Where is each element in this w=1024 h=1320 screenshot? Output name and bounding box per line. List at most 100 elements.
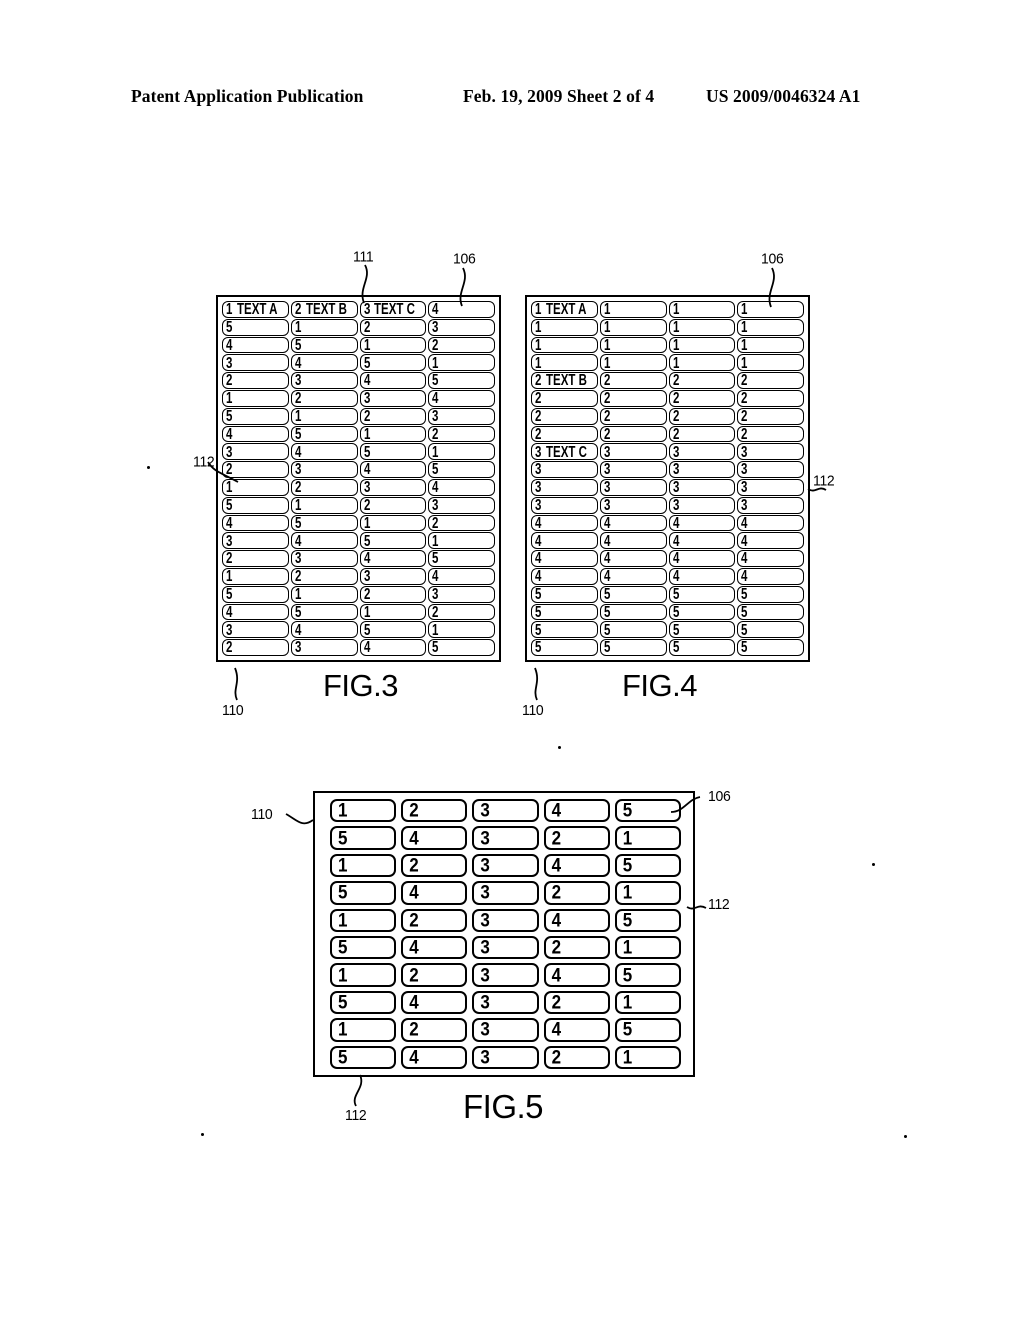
leader-110 — [234, 667, 239, 701]
label-cell: 4 — [737, 550, 804, 567]
label-cell-number: 5 — [622, 909, 633, 931]
ref-112-fig5-bottom: 112 — [345, 1106, 367, 1124]
ref-112-fig5-right: 112 — [708, 895, 730, 913]
label-cell-number: 5 — [363, 532, 370, 550]
label-cell-number: 2 — [603, 425, 611, 443]
label-cell-number: 4 — [409, 1046, 419, 1068]
leader-112-fig5-bottom — [353, 1074, 363, 1107]
figure-3-caption: FIG.3 — [323, 668, 399, 703]
label-cell-number: 1 — [672, 301, 679, 318]
figure-4-grid: 1 TEXT A 1 1 1 1 1 1 1 1 1 1 1 1 1 1 1 2 TEXT B22222222222… — [531, 301, 804, 656]
label-cell-number: 3 — [294, 461, 302, 478]
label-cell-number: 4 — [741, 550, 748, 567]
label-cell: 2 — [290, 478, 358, 496]
label-cell-number: 1 — [535, 336, 542, 354]
label-cell-number: 2 — [551, 1046, 562, 1068]
scan-speck — [872, 863, 875, 866]
label-cell: 3 — [472, 881, 539, 905]
header-publication-label: Patent Application Publication — [131, 86, 364, 106]
label-cell-number: 1 — [535, 318, 542, 336]
label-cell: 3 — [472, 908, 539, 932]
label-cell: 1 — [428, 621, 495, 639]
label-cell-number: 1 — [622, 937, 633, 959]
label-cell-number: 4 — [363, 372, 370, 389]
label-cell-number: 4 — [432, 389, 439, 407]
label-cell-number: 1 — [363, 603, 370, 621]
label-cell-number: 2 — [535, 372, 542, 389]
label-cell-number: 4 — [432, 478, 439, 496]
label-cell-number: 1 — [338, 909, 348, 931]
label-cell-number: 2 — [741, 372, 748, 389]
label-cell: 1 — [737, 354, 804, 372]
label-cell-number: 3 — [432, 318, 439, 336]
label-cell: 4 — [222, 336, 289, 354]
label-cell-number: 2 — [741, 425, 748, 443]
label-cell-number: 3 — [480, 991, 490, 1014]
label-cell-number: 1 — [226, 389, 233, 407]
label-cell-number: 4 — [672, 532, 679, 550]
label-cell: 5 — [737, 621, 804, 639]
label-cell-number: 4 — [294, 532, 302, 550]
label-cell-number: 1 — [622, 1046, 633, 1068]
label-cell: 2 — [543, 1045, 610, 1069]
label-cell: 1 TEXT A — [531, 301, 598, 318]
label-cell: 2 — [737, 407, 804, 425]
label-cell: 2 — [668, 407, 736, 425]
label-cell: 4 — [737, 532, 804, 550]
label-cell: 2 — [599, 389, 667, 407]
ref-112-fig4: 112 — [813, 471, 835, 489]
label-cell: 3 — [428, 318, 495, 336]
label-cell: 1 — [359, 425, 427, 443]
label-cell: 2 — [543, 826, 610, 850]
label-cell-number: 3 — [226, 532, 233, 550]
label-cell: 2 — [401, 908, 468, 932]
label-cell-number: 3 — [480, 1046, 490, 1068]
label-cell-number: 4 — [294, 443, 302, 461]
label-cell: 5 — [290, 514, 358, 532]
label-cell: 3 — [222, 354, 289, 372]
label-cell-number: 1 — [741, 354, 748, 372]
label-cell: 4 — [401, 1045, 468, 1069]
label-cell-number: 5 — [672, 585, 679, 603]
label-cell-number: 3 — [480, 827, 490, 849]
label-cell-number: 5 — [622, 854, 633, 877]
label-cell-number: 4 — [672, 567, 679, 585]
label-cell: 4 — [290, 443, 358, 461]
label-cell: 5 — [330, 826, 397, 850]
label-cell: 4 — [599, 532, 667, 550]
label-cell-number: 1 — [741, 301, 748, 318]
label-cell-number: 3 — [480, 882, 490, 904]
label-cell-number: 3 — [535, 443, 542, 461]
label-cell: 3 — [668, 496, 736, 514]
label-cell-number: 4 — [603, 567, 611, 585]
label-cell-number: 4 — [551, 964, 562, 986]
label-cell: 3 — [668, 461, 736, 478]
label-cell: 3 — [599, 478, 667, 496]
label-cell: 4 — [290, 621, 358, 639]
label-cell-number: 5 — [741, 603, 748, 621]
label-cell-number: 4 — [672, 550, 679, 567]
label-cell-number: 4 — [226, 336, 233, 354]
label-cell: 5 — [668, 621, 736, 639]
label-cell: 1 — [614, 1045, 681, 1069]
label-cell-number: 5 — [338, 1046, 348, 1068]
label-cell-number: 1 — [432, 621, 439, 639]
ref-110-fig5: 110 — [251, 805, 273, 823]
label-cell-number: 3 — [672, 461, 679, 478]
label-cell: 5 — [330, 990, 397, 1015]
label-cell: 1 — [614, 826, 681, 850]
label-cell: 3 — [359, 567, 427, 585]
label-cell: 4 — [531, 514, 598, 532]
label-cell: 1 — [668, 354, 736, 372]
label-cell-number: 3 — [741, 496, 748, 514]
label-cell-number: 1 — [363, 425, 370, 443]
label-cell: 5 — [330, 935, 397, 960]
label-cell-text: TEXT C — [545, 443, 587, 461]
label-cell-number: 2 — [363, 585, 370, 603]
label-cell: 1 — [330, 799, 397, 823]
label-cell: 2 — [428, 603, 495, 621]
label-cell: 3 — [290, 639, 358, 656]
label-cell-number: 4 — [535, 550, 542, 567]
label-cell-number: 2 — [432, 514, 439, 532]
label-cell-number: 5 — [672, 621, 679, 639]
